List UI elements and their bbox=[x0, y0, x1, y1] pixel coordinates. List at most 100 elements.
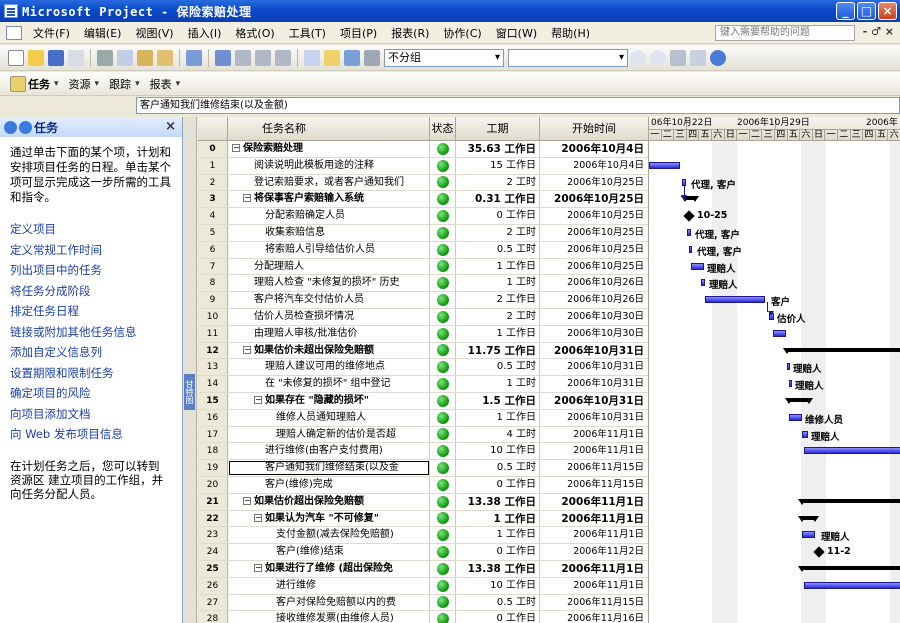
duration-cell[interactable]: 1.5 工作日 bbox=[456, 392, 540, 409]
zoom-out-icon[interactable] bbox=[650, 49, 666, 66]
menu-view[interactable]: 视图(V) bbox=[128, 25, 180, 41]
summary-bar[interactable] bbox=[798, 515, 819, 522]
start-cell[interactable]: 2006年11月2日 bbox=[540, 544, 648, 560]
row-id[interactable]: 13 bbox=[198, 359, 228, 376]
duration-cell[interactable]: 1 工作日 bbox=[456, 325, 540, 342]
new-icon[interactable] bbox=[8, 49, 24, 66]
start-cell[interactable]: 2006年10月31日 bbox=[540, 410, 648, 426]
start-cell[interactable]: 2006年10月30日 bbox=[540, 309, 648, 325]
row-id[interactable]: 26 bbox=[198, 577, 228, 594]
row-id[interactable]: 6 bbox=[198, 241, 228, 258]
row-id[interactable]: 23 bbox=[198, 527, 228, 544]
summary-bar[interactable] bbox=[785, 398, 813, 404]
table-row[interactable]: 14 在 "未修复的损坏" 组中登记 1 工时 2006年10月31日 bbox=[198, 376, 648, 393]
task-name-cell[interactable]: 进行维修 bbox=[228, 577, 430, 594]
table-row[interactable]: 2 登记索赔要求，或者客户通知我们 2 工时 2006年10月25日 bbox=[198, 174, 648, 192]
table-row[interactable]: 1 阅读说明此模板用途的注释 15 工作日 2006年10月4日 bbox=[198, 157, 648, 175]
duration-cell[interactable]: 1 工作日 bbox=[456, 510, 540, 527]
task-name-cell[interactable]: 客户(维修)完成 bbox=[228, 476, 430, 493]
task-name-cell[interactable]: 客户将汽车交付估价人员 bbox=[228, 292, 430, 308]
open-icon[interactable] bbox=[28, 49, 44, 66]
link-define-project[interactable]: 定义项目 bbox=[10, 219, 182, 240]
maximize-button[interactable]: □ bbox=[857, 2, 876, 20]
help-search-input[interactable]: 键入需要帮助的问题 bbox=[715, 25, 855, 41]
help-icon[interactable] bbox=[710, 49, 726, 66]
task-name-cell[interactable]: − 如果进行了维修 (超出保险免 bbox=[228, 560, 430, 577]
link-publish-web[interactable]: 向 Web 发布项目信息 bbox=[10, 424, 182, 445]
table-row[interactable]: 3− 将保事客户索赔输入系统 0.31 工作日 2006年10月25日 bbox=[198, 191, 648, 209]
start-cell[interactable]: 2006年10月31日 bbox=[540, 359, 648, 375]
table-row[interactable]: 27 客户对保险免赔额以内的费 0.5 工时 2006年11月15日 bbox=[198, 594, 648, 612]
link-list-tasks[interactable]: 列出项目中的任务 bbox=[10, 260, 182, 281]
gantt-bar[interactable] bbox=[802, 531, 815, 539]
table-row[interactable]: 16 维修人员通知理赔人 1 工作日 2006年10月31日 bbox=[198, 409, 648, 427]
gantt-bar[interactable] bbox=[802, 430, 808, 438]
goto-task-icon[interactable] bbox=[670, 49, 686, 66]
row-id[interactable]: 4 bbox=[198, 208, 228, 224]
header-status[interactable]: 状态 bbox=[430, 117, 456, 140]
collapse-icon[interactable]: − bbox=[254, 513, 262, 522]
task-info-icon[interactable] bbox=[304, 49, 320, 66]
menu-project[interactable]: 项目(P) bbox=[333, 25, 384, 41]
collapse-icon[interactable]: − bbox=[254, 563, 262, 572]
table-row[interactable]: 11 由理赔人审核/批准估价 1 工作日 2006年10月30日 bbox=[198, 325, 648, 343]
gantt-bar[interactable] bbox=[687, 229, 691, 236]
view-bar-splitter[interactable]: 甘特图 bbox=[183, 117, 197, 623]
collapse-icon[interactable]: − bbox=[243, 496, 251, 505]
duration-cell[interactable]: 4 工时 bbox=[456, 426, 540, 443]
task-name-cell[interactable]: 理赔人检查 "未修复的损坏" 历史 bbox=[228, 275, 430, 292]
menu-edit[interactable]: 编辑(E) bbox=[77, 25, 129, 41]
copy-picture-icon[interactable] bbox=[690, 49, 706, 66]
start-cell[interactable]: 2006年11月16日 bbox=[540, 611, 648, 623]
dependency-arrow[interactable] bbox=[768, 311, 774, 316]
task-name-cell[interactable]: 支付金额(减去保险免赔额) bbox=[228, 527, 430, 544]
duration-cell[interactable]: 10 工作日 bbox=[456, 443, 540, 460]
start-cell[interactable]: 2006年10月26日 bbox=[540, 292, 648, 308]
unlink-tasks-icon[interactable] bbox=[255, 49, 271, 66]
start-cell[interactable]: 2006年11月1日 bbox=[540, 527, 648, 543]
document-menu-icon[interactable] bbox=[6, 25, 22, 40]
start-cell[interactable]: 2006年10月31日 bbox=[540, 393, 648, 409]
gantt-bar[interactable] bbox=[773, 329, 786, 337]
task-name-cell[interactable]: − 如果估价未超出保险免赔额 bbox=[228, 342, 430, 359]
gantt-bar[interactable] bbox=[787, 363, 790, 371]
task-name-cell[interactable]: − 将保事客户索赔输入系统 bbox=[228, 191, 430, 208]
header-id[interactable] bbox=[198, 117, 228, 140]
task-name-cell[interactable]: 将索赔人引导给估价人员 bbox=[228, 241, 430, 258]
filter-select[interactable] bbox=[508, 48, 628, 67]
gantt-bar[interactable] bbox=[649, 161, 680, 169]
start-cell[interactable]: 2006年10月25日 bbox=[540, 242, 648, 258]
table-row[interactable]: 9 客户将汽车交付估价人员 2 工作日 2006年10月26日 bbox=[198, 292, 648, 309]
row-id[interactable]: 18 bbox=[198, 443, 228, 460]
table-row[interactable]: 13 理赔人建议可用的维修地点 0.5 工时 2006年10月31日 bbox=[198, 359, 648, 377]
row-id[interactable]: 25 bbox=[198, 560, 228, 577]
task-name-cell[interactable]: 收集索赔信息 bbox=[228, 224, 430, 241]
menu-tools[interactable]: 工具(T) bbox=[282, 25, 333, 41]
milestone[interactable] bbox=[683, 210, 695, 222]
duration-cell[interactable]: 1 工作日 bbox=[456, 527, 540, 544]
gantt-bar[interactable] bbox=[804, 581, 900, 589]
row-id[interactable]: 16 bbox=[198, 409, 228, 426]
summary-bar[interactable] bbox=[783, 347, 900, 354]
close-button[interactable]: × bbox=[878, 2, 897, 20]
link-define-working-time[interactable]: 定义常规工作时间 bbox=[10, 240, 182, 261]
row-id[interactable]: 20 bbox=[198, 476, 228, 493]
publish-icon[interactable] bbox=[364, 49, 380, 66]
task-name-cell[interactable]: − 如果估价超出保险免赔额 bbox=[228, 493, 430, 510]
header-start[interactable]: 开始时间 bbox=[540, 117, 648, 140]
duration-cell[interactable]: 15 工作日 bbox=[456, 157, 540, 174]
table-row[interactable]: 15− 如果存在 "隐藏的损坏" 1.5 工作日 2006年10月31日 bbox=[198, 392, 648, 410]
start-cell[interactable]: 2006年11月15日 bbox=[540, 477, 648, 493]
header-task-name[interactable]: 任务名称 bbox=[228, 117, 430, 140]
forward-icon[interactable] bbox=[19, 120, 32, 134]
table-row[interactable]: 7 分配理赔人 1 工作日 2006年10月25日 bbox=[198, 258, 648, 276]
row-id[interactable]: 10 bbox=[198, 308, 228, 325]
start-cell[interactable]: 2006年10月25日 bbox=[540, 208, 648, 224]
minimize-button[interactable]: _ bbox=[836, 2, 855, 20]
row-id[interactable]: 28 bbox=[198, 611, 228, 623]
row-id[interactable]: 24 bbox=[198, 544, 228, 560]
start-cell[interactable]: 2006年10月31日 bbox=[540, 376, 648, 392]
close-icon[interactable]: × bbox=[165, 119, 176, 134]
link-schedule-tasks[interactable]: 排定任务日程 bbox=[10, 301, 182, 322]
start-cell[interactable]: 2006年11月15日 bbox=[540, 460, 648, 476]
